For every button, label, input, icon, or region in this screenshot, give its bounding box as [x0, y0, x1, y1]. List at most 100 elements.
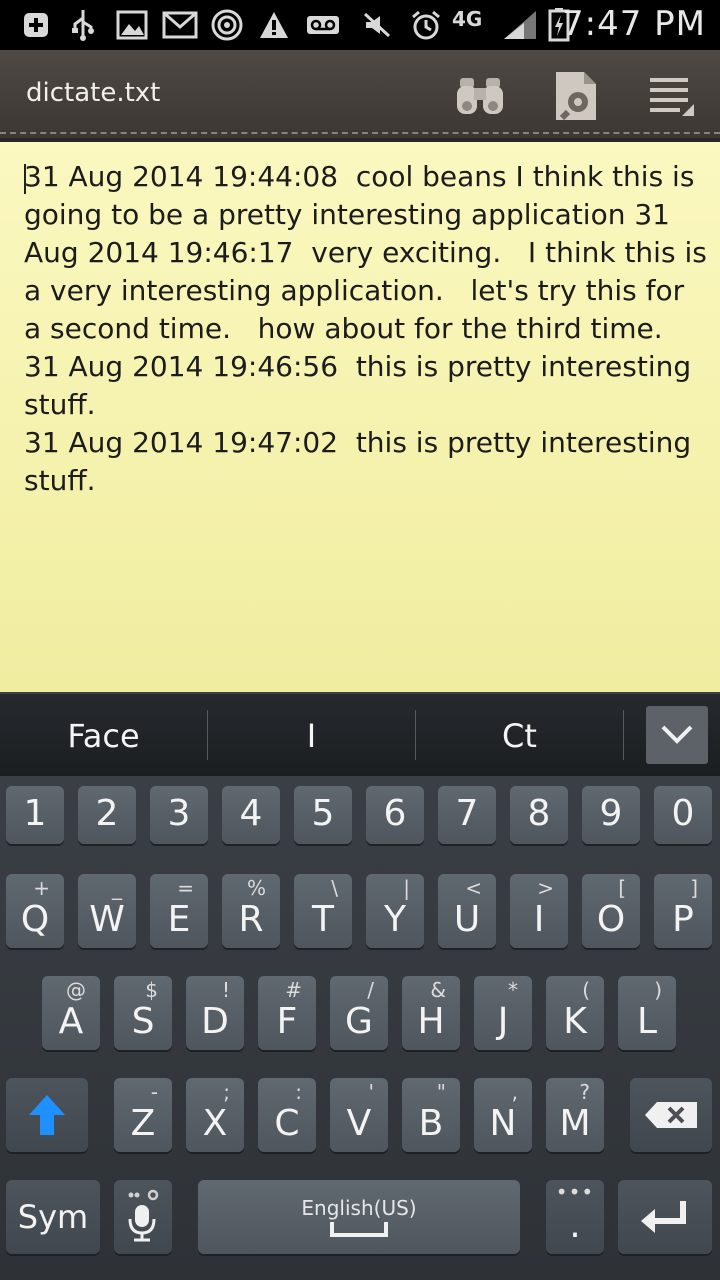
key-3[interactable]: 3 — [150, 786, 208, 844]
symbols-key[interactable]: Sym — [6, 1180, 100, 1254]
key-6[interactable]: 6 — [366, 786, 424, 844]
key-alt-label: ? — [579, 1080, 590, 1104]
key-label: 0 — [671, 793, 695, 834]
key-s[interactable]: $ S — [114, 976, 172, 1050]
suggestion-item[interactable]: Ct — [416, 694, 623, 778]
key-r[interactable]: % R — [222, 874, 280, 948]
key-label: Sym — [17, 1198, 89, 1236]
search-button[interactable] — [452, 68, 508, 124]
key-d[interactable]: ! D — [186, 976, 244, 1050]
key-alt-label: ( — [582, 978, 590, 1002]
key-label: V — [346, 1103, 372, 1144]
key-label: W — [89, 899, 125, 940]
key-alt-label: = — [177, 876, 194, 900]
key-2[interactable]: 2 — [78, 786, 136, 844]
key-i[interactable]: > I — [510, 874, 568, 948]
key-label: D — [201, 1001, 229, 1042]
key-9[interactable]: 9 — [582, 786, 640, 844]
key-m[interactable]: ? M — [546, 1078, 604, 1152]
key-7[interactable]: 7 — [438, 786, 496, 844]
network-4g-icon: 4G — [452, 2, 482, 36]
space-bar-icon — [330, 1222, 388, 1237]
key-alt-label: > — [537, 876, 554, 900]
microphone-icon — [128, 1189, 159, 1242]
note-editor[interactable]: 31 Aug 2014 19:44:08 cool beans I think … — [0, 142, 720, 692]
key-x[interactable]: ; X — [186, 1078, 244, 1152]
key-alt-label: [ — [618, 876, 626, 900]
key-k[interactable]: (K — [546, 976, 604, 1050]
key-label: K — [563, 1001, 587, 1042]
key-u[interactable]: < U — [438, 874, 496, 948]
key-label: M — [559, 1103, 591, 1144]
enter-key[interactable] — [618, 1180, 712, 1254]
title-bar: dictate.txt — [0, 50, 720, 142]
key-p[interactable]: ] P — [654, 874, 712, 948]
key-alt-label: " — [436, 1080, 446, 1104]
key-a[interactable]: @ A — [42, 976, 100, 1050]
suggestion-bar: Face I Ct — [0, 692, 720, 776]
key-g[interactable]: / G — [330, 976, 388, 1050]
space-key[interactable]: English(US) — [198, 1180, 520, 1254]
add-icon — [22, 8, 50, 42]
key-label: 9 — [599, 793, 623, 834]
key-0[interactable]: 0 — [654, 786, 712, 844]
menu-button[interactable] — [644, 68, 700, 124]
key-w[interactable]: _ W — [78, 874, 136, 948]
key-label: R — [238, 899, 264, 940]
key-f[interactable]: # F — [258, 976, 316, 1050]
key-alt-label: @ — [66, 978, 86, 1002]
key-j[interactable]: * J — [474, 976, 532, 1050]
key-alt-label: | — [403, 876, 410, 900]
key-label: 6 — [383, 793, 407, 834]
key-label: . — [569, 1205, 581, 1246]
key-label: U — [453, 899, 481, 940]
key-alt-label: \ — [331, 876, 338, 900]
key-4[interactable]: 4 — [222, 786, 280, 844]
key-label: L — [636, 1001, 658, 1042]
file-name: dictate.txt — [26, 78, 161, 108]
key-alt-label: ) — [654, 978, 662, 1002]
key-alt-label: ' — [368, 1080, 375, 1104]
key-5[interactable]: 5 — [294, 786, 352, 844]
collapse-suggestions-button[interactable] — [646, 706, 708, 764]
shift-key[interactable] — [6, 1078, 88, 1152]
key-c[interactable]: :C — [258, 1078, 316, 1152]
voice-input-key[interactable] — [114, 1180, 172, 1254]
key-label: 4 — [239, 793, 263, 834]
key-label: 1 — [23, 793, 47, 834]
mute-icon — [362, 8, 392, 42]
key-label: N — [489, 1103, 517, 1144]
key-y[interactable]: | Y — [366, 874, 424, 948]
shift-arrow-icon — [29, 1095, 65, 1135]
backspace-key[interactable] — [630, 1078, 712, 1152]
key-o[interactable]: [O — [582, 874, 640, 948]
key-label: J — [497, 1001, 509, 1042]
key-t[interactable]: \ T — [294, 874, 352, 948]
key-e[interactable]: = E — [150, 874, 208, 948]
key-label: X — [202, 1103, 228, 1144]
suggestion-item[interactable]: I — [208, 694, 415, 778]
note-text[interactable]: 31 Aug 2014 19:44:08 cool beans I think … — [24, 158, 708, 500]
clock: 7:47 PM — [562, 4, 706, 44]
key-alt-label: % — [246, 876, 266, 900]
key-8[interactable]: 8 — [510, 786, 568, 844]
keyboard: 1 2 3 4 5 6 7 8 9 0 + Q _ W = E % R \ T | Y < U… — [0, 776, 720, 1280]
suggestion-item[interactable]: Face — [0, 694, 207, 778]
key-label: 7 — [455, 793, 479, 834]
key-alt-label: $ — [145, 978, 158, 1002]
key-alt-label: , — [511, 1080, 518, 1104]
key-1[interactable]: 1 — [6, 786, 64, 844]
key-b[interactable]: " B — [402, 1078, 460, 1152]
key-label: H — [417, 1001, 445, 1042]
key-l[interactable]: ) L — [618, 976, 676, 1050]
key-h[interactable]: & H — [402, 976, 460, 1050]
file-settings-button[interactable] — [548, 68, 604, 124]
key-z[interactable]: -Z — [114, 1078, 172, 1152]
key-v[interactable]: ' V — [330, 1078, 388, 1152]
period-key[interactable]: ••• . — [546, 1180, 604, 1254]
key-n[interactable]: ,N — [474, 1078, 532, 1152]
key-q[interactable]: + Q — [6, 874, 64, 948]
key-label: 2 — [95, 793, 119, 834]
key-label: G — [345, 1001, 373, 1042]
chevron-down-icon — [661, 725, 693, 744]
